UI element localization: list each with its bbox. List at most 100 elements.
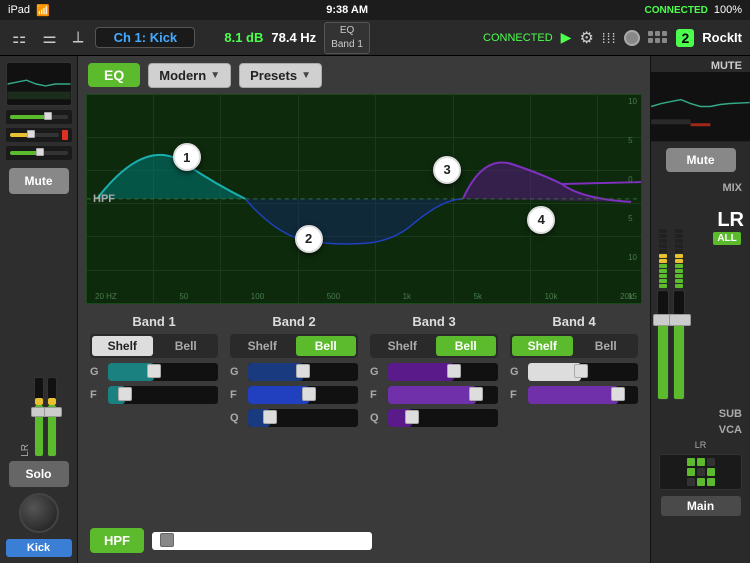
band3-f-slider[interactable] bbox=[388, 386, 498, 404]
eq-display[interactable]: HPF 1 2 3 4 20 HZ 50 100 500 1k 5k 10k 2… bbox=[86, 94, 642, 304]
right-mix-label: MIX bbox=[651, 178, 750, 194]
header-bar: ⚏ ⚌ ⟂ Ch 1: Kick 8.1 dB 78.4 Hz EQ Band … bbox=[0, 20, 750, 56]
status-time: 9:38 AM bbox=[326, 4, 368, 16]
band-node-3[interactable]: 3 bbox=[433, 156, 461, 184]
band3-g-label: G bbox=[370, 366, 384, 378]
band-node-4[interactable]: 4 bbox=[527, 206, 555, 234]
band4-title: Band 4 bbox=[510, 314, 638, 329]
band-col-1: Band 1 Shelf Bell G F bbox=[86, 310, 222, 518]
band-node-2[interactable]: 2 bbox=[295, 225, 323, 253]
master-box[interactable] bbox=[659, 454, 742, 490]
freq-50: 50 bbox=[179, 292, 188, 301]
lr-fader-section: LR bbox=[20, 198, 57, 457]
eq-db-labels: 105051015 bbox=[628, 95, 637, 303]
band-col-4: Band 4 Shelf Bell G F bbox=[506, 310, 642, 518]
right-lr-section: LR ALL bbox=[651, 194, 750, 404]
eq-toolbar: EQ Modern ▼ Presets ▼ bbox=[78, 56, 650, 94]
right-fader-l[interactable] bbox=[657, 198, 669, 400]
vca-label: VCA bbox=[659, 424, 742, 436]
left-fader-ch2[interactable] bbox=[47, 377, 57, 457]
freq-5k: 5k bbox=[474, 292, 482, 301]
eq-freq-labels: 20 HZ 50 100 500 1k 5k 10k 20k bbox=[87, 292, 641, 301]
band1-title: Band 1 bbox=[90, 314, 218, 329]
status-right: CONNECTED 100% bbox=[645, 4, 742, 16]
band1-type-row: Shelf Bell bbox=[90, 334, 218, 358]
hpf-display-label: HPF bbox=[93, 193, 115, 205]
band2-g-label: G bbox=[230, 366, 244, 378]
band1-g-label: G bbox=[90, 366, 104, 378]
grid-icon[interactable] bbox=[648, 31, 668, 44]
bands-section: Band 1 Shelf Bell G F bbox=[78, 304, 650, 563]
mixer-icon-btn[interactable]: ⚏ bbox=[8, 26, 30, 50]
band4-bell-btn[interactable]: Bell bbox=[576, 336, 637, 356]
freq-500: 500 bbox=[327, 292, 340, 301]
gear-icon[interactable]: ⚙ bbox=[579, 28, 593, 48]
band-node-1[interactable]: 1 bbox=[173, 143, 201, 171]
hpf-handle[interactable] bbox=[160, 533, 174, 547]
band3-q-slider[interactable] bbox=[388, 409, 498, 427]
main-label-btn[interactable]: Main bbox=[661, 496, 741, 516]
band1-f-label: F bbox=[90, 389, 104, 401]
presets-label: Presets bbox=[250, 68, 297, 83]
network-icon[interactable]: ⁞⁞⁞ bbox=[602, 30, 617, 46]
presets-arrow: ▼ bbox=[301, 70, 311, 81]
band3-bell-btn[interactable]: Bell bbox=[436, 336, 497, 356]
band1-f-slider[interactable] bbox=[108, 386, 218, 404]
band2-q-row: Q bbox=[230, 409, 358, 427]
kick-label: Kick bbox=[6, 539, 72, 557]
band4-f-label: F bbox=[510, 389, 524, 401]
band1-g-row: G bbox=[90, 363, 218, 381]
meter-l bbox=[659, 198, 667, 288]
band4-shelf-btn[interactable]: Shelf bbox=[512, 336, 573, 356]
play-icon[interactable]: ▶ bbox=[561, 29, 572, 46]
lr-indicator: LR bbox=[651, 440, 750, 450]
band1-shelf-btn[interactable]: Shelf bbox=[92, 336, 153, 356]
mini-slider-2[interactable] bbox=[6, 128, 72, 142]
mini-slider-3[interactable] bbox=[6, 146, 72, 160]
band4-g-label: G bbox=[510, 366, 524, 378]
eq-toggle-btn[interactable]: EQ bbox=[88, 63, 140, 87]
band3-g-slider[interactable] bbox=[388, 363, 498, 381]
band2-f-row: F bbox=[230, 386, 358, 404]
meter-r bbox=[675, 198, 683, 288]
band1-g-slider[interactable] bbox=[108, 363, 218, 381]
center-content: EQ Modern ▼ Presets ▼ bbox=[78, 56, 650, 563]
right-mute-btn[interactable]: Mute bbox=[666, 148, 736, 172]
band4-g-row: G bbox=[510, 363, 638, 381]
left-knob[interactable] bbox=[19, 493, 59, 533]
modern-label: Modern bbox=[159, 68, 206, 83]
band1-bell-btn[interactable]: Bell bbox=[156, 336, 217, 356]
hpf-slider[interactable] bbox=[152, 532, 372, 550]
wifi-icon: 📶 bbox=[36, 4, 50, 17]
eq-icon-btn[interactable]: ⚌ bbox=[38, 26, 60, 50]
record-btn[interactable] bbox=[624, 30, 640, 46]
band1-f-row: F bbox=[90, 386, 218, 404]
mini-slider-1[interactable] bbox=[6, 110, 72, 124]
assign-icon-btn[interactable]: ⟂ bbox=[69, 27, 88, 49]
battery-label: 100% bbox=[714, 4, 742, 16]
band2-bell-btn[interactable]: Bell bbox=[296, 336, 357, 356]
band2-f-slider[interactable] bbox=[248, 386, 358, 404]
left-fader-ch1[interactable] bbox=[34, 377, 44, 457]
status-bar: iPad 📶 9:38 AM CONNECTED 100% bbox=[0, 0, 750, 20]
presets-dropdown[interactable]: Presets ▼ bbox=[239, 63, 322, 88]
band2-q-slider[interactable] bbox=[248, 409, 358, 427]
right-lr-big: LR bbox=[713, 202, 744, 230]
modern-dropdown[interactable]: Modern ▼ bbox=[148, 63, 231, 88]
left-solo-btn[interactable]: Solo bbox=[9, 461, 69, 487]
band4-f-row: F bbox=[510, 386, 638, 404]
band2-g-slider[interactable] bbox=[248, 363, 358, 381]
band3-f-label: F bbox=[370, 389, 384, 401]
band3-g-row: G bbox=[370, 363, 498, 381]
left-mute-btn[interactable]: Mute bbox=[9, 168, 69, 194]
mini-eq-display bbox=[6, 62, 72, 106]
status-left: iPad 📶 bbox=[8, 4, 50, 17]
freq-100: 100 bbox=[251, 292, 264, 301]
left-slider-group bbox=[6, 110, 72, 160]
band4-g-slider[interactable] bbox=[528, 363, 638, 381]
band3-shelf-btn[interactable]: Shelf bbox=[372, 336, 433, 356]
band2-shelf-btn[interactable]: Shelf bbox=[232, 336, 293, 356]
hpf-btn[interactable]: HPF bbox=[90, 528, 144, 553]
right-fader-r[interactable] bbox=[673, 198, 685, 400]
band4-f-slider[interactable] bbox=[528, 386, 638, 404]
